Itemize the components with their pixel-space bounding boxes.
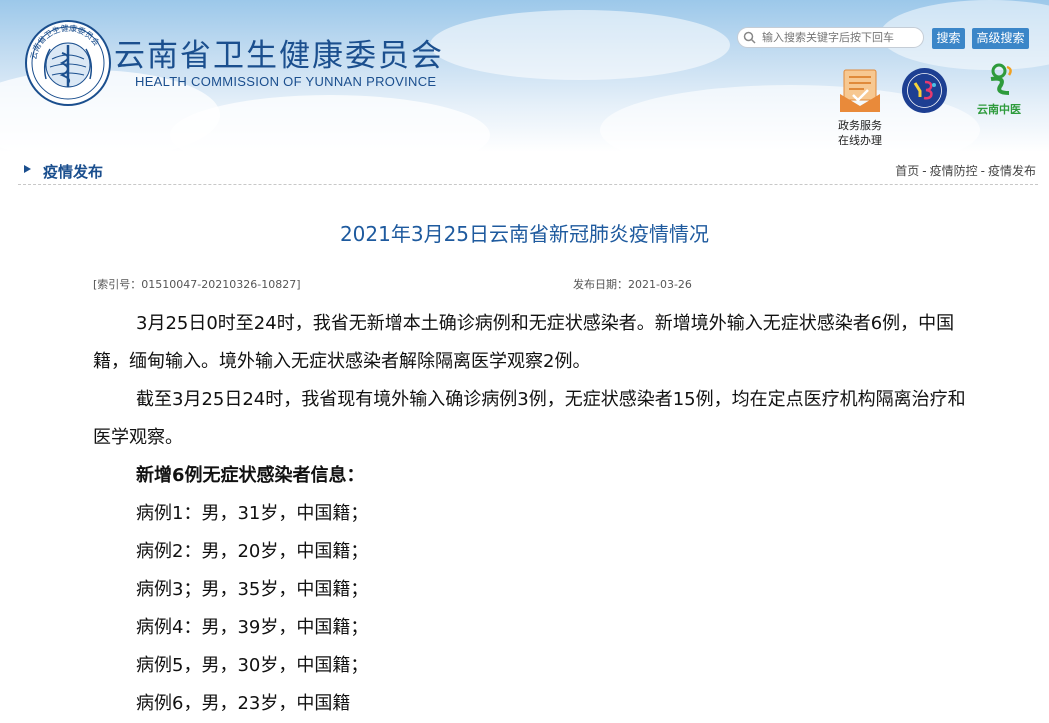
- breadcrumb-epidemic-control[interactable]: 疫情防控: [930, 164, 978, 178]
- case-item: 病例2：男，20岁，中国籍；: [136, 541, 369, 562]
- health-commission-emblem-icon[interactable]: 云南省卫生健康委员会: [24, 19, 112, 107]
- government-service-icon: [840, 69, 880, 112]
- section-bar: 疫情发布 首页 - 疫情防控 - 疫情发布: [18, 154, 1038, 185]
- search-icon: [743, 31, 756, 44]
- index-number: [索引号：01510047-20210326-10827]: [93, 278, 301, 291]
- online-service-link[interactable]: 政务服务 在线办理: [828, 68, 892, 148]
- site-subtitle: HEALTH COMMISSION OF YUNNAN PROVINCE: [135, 74, 437, 89]
- yunnan-tcm-icon: [990, 63, 1012, 95]
- triangle-bullet-icon: [24, 165, 31, 173]
- paragraph: 截至3月25日24时，我省现有境外输入确诊病例3例，无症状感染者15例，均在定点…: [93, 389, 966, 448]
- search-box[interactable]: [737, 27, 924, 48]
- search-button[interactable]: 搜索: [932, 28, 965, 49]
- breadcrumb-separator: -: [980, 164, 985, 178]
- cloud-decoration: [170, 95, 490, 152]
- case-item: 病例3；男，35岁，中国籍；: [136, 579, 369, 600]
- search-input[interactable]: [762, 30, 920, 45]
- service-label-line1: 政务服务: [838, 119, 882, 132]
- service-label-line2: 在线办理: [838, 134, 882, 147]
- breadcrumb-epidemic-release[interactable]: 疫情发布: [988, 164, 1036, 178]
- article-title: 2021年3月25日云南省新冠肺炎疫情情况: [339, 222, 710, 246]
- advanced-search-button[interactable]: 高级搜索: [972, 28, 1029, 49]
- section-title: 疫情发布: [43, 163, 104, 181]
- yunnan-tcm-logo[interactable]: 云南中医: [968, 63, 1030, 116]
- case-item: 病例6，男，23岁，中国籍: [136, 693, 351, 714]
- partner-logo-icon[interactable]: [901, 67, 948, 114]
- site-title: 云南省卫生健康委员会: [114, 38, 444, 74]
- case-item: 病例4：男，39岁，中国籍；: [136, 617, 369, 638]
- cloud-decoration: [430, 10, 730, 80]
- paragraph: 3月25日0时至24时，我省无新增本土确诊病例和无症状感染者。新增境外输入无症状…: [93, 313, 955, 372]
- site-header: 云南省卫生健康委员会 云南省卫生健康委员会 HEALTH COMMISSION …: [0, 0, 1049, 152]
- publish-date: 发布日期：2021-03-26: [573, 278, 692, 291]
- case-item: 病例5，男，30岁，中国籍；: [136, 655, 369, 676]
- breadcrumb-home[interactable]: 首页: [895, 164, 919, 178]
- breadcrumb-separator: -: [922, 164, 927, 178]
- case-item: 病例1：男，31岁，中国籍；: [136, 503, 369, 524]
- yunnan-tcm-label: 云南中医: [977, 103, 1021, 116]
- article-body: 3月25日0时至24时，我省无新增本土确诊病例和无症状感染者。新增境外输入无症状…: [93, 305, 983, 723]
- breadcrumb: 首页 - 疫情防控 - 疫情发布: [895, 162, 1036, 179]
- cases-subheading: 新增6例无症状感染者信息：: [136, 465, 365, 486]
